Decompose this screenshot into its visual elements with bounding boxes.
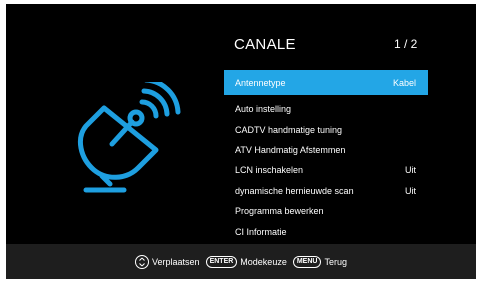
menu-item-label: Antennetype [235, 77, 286, 88]
menu-item-ci-information[interactable]: CI Informatie [224, 221, 428, 241]
menu-item-value: Kabel [392, 77, 416, 88]
menu-item-cadtv-manual-tuning[interactable]: CADTV handmatige tuning [224, 119, 428, 139]
up-down-arrow-icon [135, 254, 150, 269]
menu-item-lcn[interactable]: LCN inschakelen Uit [224, 160, 428, 180]
satellite-dish-icon [76, 77, 186, 200]
menu-item-program-edit[interactable]: Programma bewerken [224, 201, 428, 221]
menu-item-dynamic-rescan[interactable]: dynamische hernieuwde scan Uit [224, 181, 428, 201]
menu-item-antenna-type[interactable]: Antennetype Kabel [224, 70, 428, 95]
hint-select: ENTER Modekeuze [205, 255, 287, 268]
hint-select-label: Modekeuze [240, 256, 287, 267]
menu-item-value: Uit [405, 165, 416, 176]
menu-item-auto-tuning[interactable]: Auto instelling [224, 99, 428, 119]
menu-item-label: CADTV handmatige tuning [235, 124, 343, 135]
tv-menu-screen: CANALE 1 / 2 Antennetype Kabel Auto inst… [6, 4, 476, 279]
menu-item-label: Auto instelling [235, 104, 292, 115]
page-indicator: 1 / 2 [394, 37, 418, 51]
menu-item-label: Programma bewerken [235, 206, 324, 217]
menu-key-icon: MENU [292, 255, 322, 268]
menu-item-value: Uit [405, 185, 416, 196]
hint-back-label: Terug [324, 256, 347, 267]
key-hint-bar: Verplaatsen ENTER Modekeuze MENU Terug [6, 244, 476, 279]
hint-move: Verplaatsen [135, 254, 200, 269]
hint-back: MENU Terug [292, 255, 347, 268]
channel-menu: Antennetype Kabel Auto instelling CADTV … [224, 70, 428, 242]
enter-key-icon: ENTER [205, 255, 238, 268]
menu-title: CANALE [234, 36, 296, 53]
menu-item-atv-manual-tuning[interactable]: ATV Handmatig Afstemmen [224, 140, 428, 160]
menu-item-label: CI Informatie [235, 226, 287, 237]
menu-item-label: LCN inschakelen [235, 165, 304, 176]
menu-item-label: ATV Handmatig Afstemmen [235, 144, 346, 155]
hint-move-label: Verplaatsen [152, 256, 200, 267]
menu-item-label: dynamische hernieuwde scan [235, 185, 354, 196]
